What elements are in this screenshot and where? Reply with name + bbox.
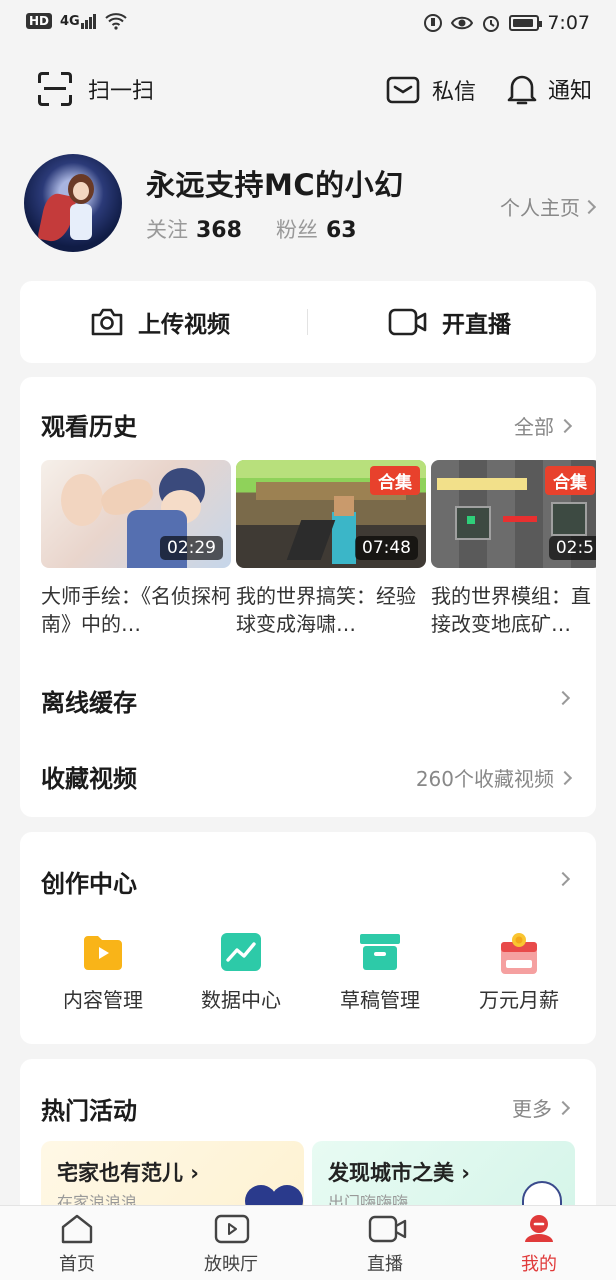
network-type: 4G [60, 13, 80, 29]
scan-icon [38, 72, 72, 106]
alarm-icon [483, 16, 500, 32]
history-all-link[interactable]: 全部 [514, 411, 573, 440]
action-card: 上传视频 开直播 [20, 281, 596, 363]
events-title: 热门活动 [41, 1097, 137, 1125]
data-center-button[interactable]: 数据中心 [186, 932, 296, 1013]
chevron-right-icon [555, 1100, 571, 1115]
clock: 7:07 [547, 12, 590, 34]
upload-label: 上传视频 [138, 312, 230, 338]
scan-button[interactable]: 扫一扫 [38, 72, 154, 106]
profile-icon [522, 1214, 556, 1244]
status-bar: HD 4G 7:07 [0, 0, 616, 50]
offline-cache-label: 离线缓存 [41, 689, 137, 717]
tool-label: 草稿管理 [340, 988, 420, 1012]
wifi-icon [105, 13, 127, 30]
folder-play-icon [82, 932, 124, 972]
top-bar: 扫一扫 私信 通知 [0, 62, 616, 120]
home-icon [60, 1214, 94, 1244]
tab-label: 放映厅 [204, 1254, 258, 1275]
vibrate-icon [424, 14, 443, 32]
events-more-label: 更多 [512, 1097, 552, 1121]
chevron-right-icon [557, 418, 573, 433]
profile-header: 永远支持MC的小幻 关注 368 粉丝 63 个人主页 [0, 150, 616, 260]
avatar[interactable] [24, 154, 122, 252]
video-title[interactable]: 我的世界模组：直接改变地底矿… [431, 582, 596, 638]
history-all-label: 全部 [514, 415, 554, 439]
offline-cache-row[interactable]: 离线缓存 [20, 667, 596, 731]
notifications-label: 通知 [548, 79, 593, 104]
scan-label: 扫一扫 [88, 79, 155, 104]
upload-video-button[interactable]: 上传视频 [90, 305, 230, 339]
collection-badge: 合集 [370, 466, 420, 495]
go-live-button[interactable]: 开直播 [388, 305, 511, 339]
chart-icon [220, 932, 262, 972]
fans-label[interactable]: 粉丝 [276, 214, 318, 244]
video-title[interactable]: 我的世界搞笑：经验球变成海啸… [236, 582, 426, 638]
messages-button[interactable]: 私信 [386, 74, 476, 106]
chevron-right-icon [557, 770, 573, 785]
archive-box-icon [359, 932, 401, 972]
eye-icon [451, 16, 474, 30]
messages-label: 私信 [432, 80, 477, 105]
homepage-link[interactable]: 个人主页 [500, 192, 597, 221]
tab-live[interactable]: 直播 [308, 1214, 462, 1276]
video-camera-icon [388, 308, 427, 336]
video-duration: 02:5 [548, 536, 596, 560]
favorites-label: 收藏视频 [41, 765, 137, 793]
monthly-reward-button[interactable]: 万元月薪 [464, 932, 574, 1013]
video-thumbnail[interactable]: 合集 02:5 [431, 460, 596, 568]
live-camera-icon [368, 1214, 407, 1244]
favorites-count: 260个收藏视频 [415, 767, 554, 791]
profile-stats: 关注 368 粉丝 63 [146, 214, 383, 244]
username: 永远支持MC的小幻 [146, 168, 404, 202]
homepage-label: 个人主页 [500, 196, 580, 220]
tab-me[interactable]: 我的 [462, 1214, 616, 1276]
tool-label: 万元月薪 [479, 988, 559, 1012]
divider [307, 309, 308, 335]
envelope-icon [386, 76, 420, 104]
reward-calendar-icon [498, 932, 540, 974]
notifications-button[interactable]: 通知 [506, 72, 592, 106]
fans-count[interactable]: 63 [326, 218, 357, 243]
play-screen-icon [214, 1214, 250, 1244]
favorites-row[interactable]: 收藏视频 260个收藏视频 [20, 743, 596, 807]
video-duration: 02:29 [160, 536, 223, 560]
chevron-right-icon [581, 199, 597, 214]
chevron-right-icon [555, 690, 571, 706]
banner-title: 发现城市之美 [328, 1161, 454, 1185]
video-title[interactable]: 大师手绘：《名侦探柯南》中的… [41, 582, 231, 638]
live-label: 开直播 [442, 312, 511, 338]
video-thumbnail[interactable]: 02:29 [41, 460, 231, 568]
history-title: 观看历史 [41, 413, 137, 441]
camera-icon [91, 308, 123, 336]
draft-management-button[interactable]: 草稿管理 [325, 932, 435, 1013]
content-management-button[interactable]: 内容管理 [48, 932, 158, 1013]
following-count[interactable]: 368 [196, 218, 242, 243]
bell-icon [507, 75, 537, 105]
bottom-tab-bar: 首页 放映厅 直播 我的 [0, 1205, 616, 1280]
tab-label: 我的 [521, 1254, 557, 1275]
battery-icon [509, 15, 543, 31]
tool-label: 数据中心 [201, 988, 281, 1012]
signal-icon: 4G [60, 13, 96, 29]
video-duration: 07:48 [355, 536, 418, 560]
watch-history-card: 观看历史 全部 02:29 大师手绘：《名侦探柯南》中的… 合集 07:48 我… [20, 377, 596, 817]
tab-label: 首页 [59, 1254, 95, 1275]
video-thumbnail[interactable]: 合集 07:48 [236, 460, 426, 568]
tab-theater[interactable]: 放映厅 [154, 1214, 308, 1276]
following-label[interactable]: 关注 [146, 214, 188, 244]
creator-title: 创作中心 [41, 870, 137, 898]
tab-home[interactable]: 首页 [0, 1214, 154, 1276]
tab-label: 直播 [367, 1254, 403, 1275]
events-more-link[interactable]: 更多 [512, 1093, 571, 1122]
hd-badge: HD [26, 13, 53, 29]
creator-center-card: 创作中心 内容管理 数据中心 草稿管理 万元月薪 [20, 832, 596, 1044]
tool-label: 内容管理 [63, 988, 143, 1012]
collection-badge: 合集 [545, 466, 595, 495]
chevron-right-icon[interactable] [555, 871, 571, 887]
banner-title: 宅家也有范儿 [57, 1161, 183, 1185]
